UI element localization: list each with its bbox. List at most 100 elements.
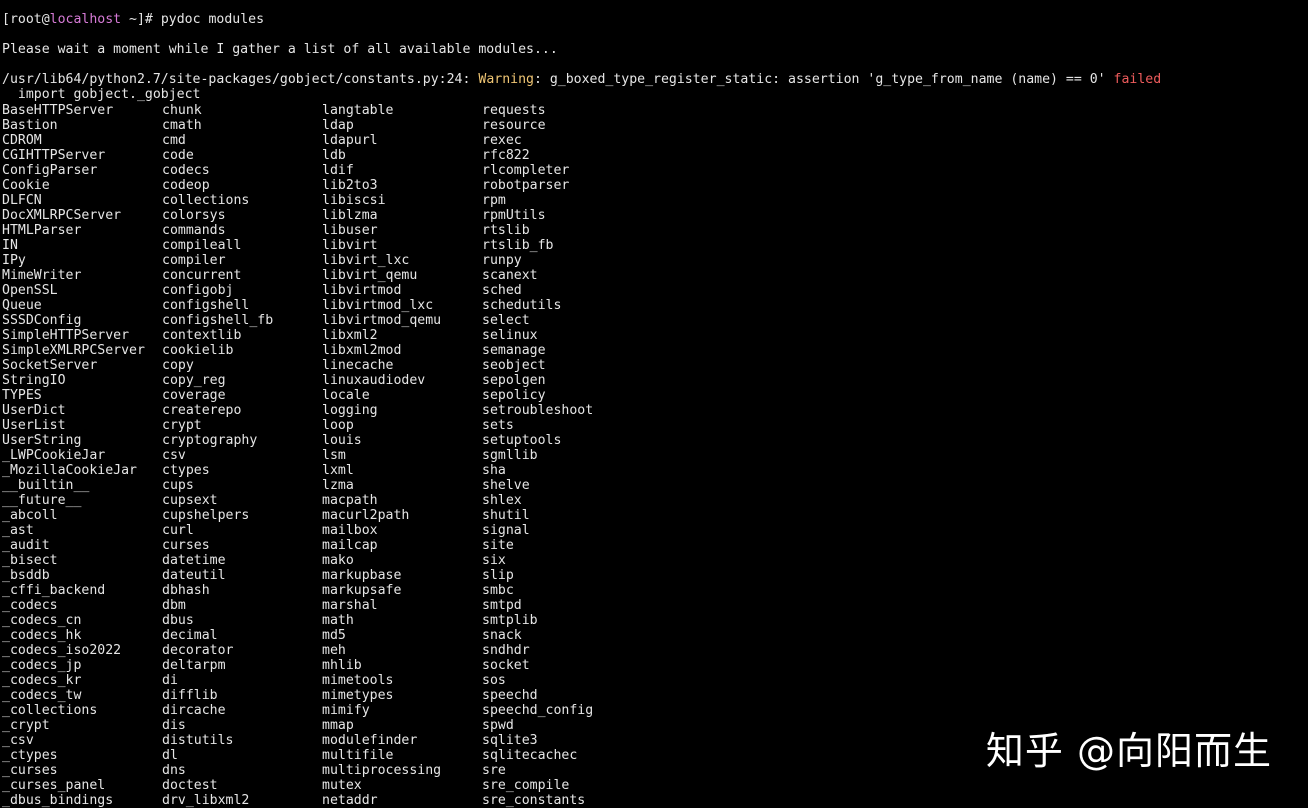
module-list-item: _ast <box>2 523 34 538</box>
module-list-item: ldb <box>322 148 346 163</box>
module-list-item: speechd <box>482 688 538 703</box>
module-list-item: UserList <box>2 418 66 433</box>
module-list-item: sqlite3 <box>482 733 538 748</box>
module-list-item: TYPES <box>2 388 42 403</box>
prompt-hostname: localhost <box>49 12 122 27</box>
module-list-item: sre <box>482 763 506 778</box>
module-list-item: rfc822 <box>482 148 530 163</box>
module-list-item: collections <box>162 193 250 208</box>
module-list-item: configobj <box>162 283 234 298</box>
module-list-item: SimpleHTTPServer <box>2 328 130 343</box>
module-list-item: _codecs_tw <box>2 688 82 703</box>
module-list-item: mmap <box>322 718 354 733</box>
module-list-item: _curses_panel <box>2 778 106 793</box>
module-list-item: libvirt_qemu <box>322 268 418 283</box>
module-list-item: ldap <box>322 118 354 133</box>
module-list-item: difflib <box>162 688 218 703</box>
module-list-item: configshell_fb <box>162 313 274 328</box>
warning-failed: failed <box>1113 72 1162 87</box>
module-list-item: _codecs_jp <box>2 658 82 673</box>
module-list-item: runpy <box>482 253 522 268</box>
module-list-item: loop <box>322 418 354 433</box>
module-list-item: md5 <box>322 628 346 643</box>
module-list-item: cupsext <box>162 493 218 508</box>
module-list-item: socket <box>482 658 530 673</box>
module-column-4: requests resource rexec rfc822 rlcompleter ro… <box>482 103 642 808</box>
module-list-item: libvirt_lxc <box>322 253 410 268</box>
module-list-item: mutex <box>322 778 362 793</box>
module-list-item: HTMLParser <box>2 223 82 238</box>
module-list-item: meh <box>322 643 346 658</box>
module-list-item: BaseHTTPServer <box>2 103 114 118</box>
module-list-item: dateutil <box>162 568 226 583</box>
module-list-item: linuxaudiodev <box>322 373 426 388</box>
module-list-item: spwd <box>482 718 514 733</box>
module-list-item: SSSDConfig <box>2 313 82 328</box>
module-list-item: dbhash <box>162 583 210 598</box>
module-list-item: mimetypes <box>322 688 394 703</box>
module-list-item: MimeWriter <box>2 268 82 283</box>
module-list-item: ldif <box>322 163 354 178</box>
module-list-item: speechd_config <box>482 703 594 718</box>
module-list-item: locale <box>322 388 370 403</box>
module-list-item: decorator <box>162 643 234 658</box>
module-list-item: _codecs_iso2022 <box>2 643 122 658</box>
module-list-item: OpenSSL <box>2 283 58 298</box>
module-list-item: libvirtmod <box>322 283 402 298</box>
module-list-item: SocketServer <box>2 358 98 373</box>
module-list-item: colorsys <box>162 208 226 223</box>
module-list-item: langtable <box>322 103 394 118</box>
module-list-item: libiscsi <box>322 193 386 208</box>
module-list-item: macurl2path <box>322 508 410 523</box>
module-list-item: dis <box>162 718 186 733</box>
module-list-item: lib2to3 <box>322 178 378 193</box>
module-list-item: cups <box>162 478 194 493</box>
module-list-item: cmath <box>162 118 202 133</box>
module-list-item: __builtin__ <box>2 478 90 493</box>
module-list-item: libuser <box>322 223 378 238</box>
module-list-item: _csv <box>2 733 34 748</box>
module-list-item: modulefinder <box>322 733 418 748</box>
warning-path: /usr/lib64/python2.7/site-packages/gobje… <box>2 72 479 87</box>
module-list-item: contextlib <box>162 328 242 343</box>
module-list-item: shutil <box>482 508 530 523</box>
module-list-item: _audit <box>2 538 50 553</box>
module-list-item: dns <box>162 763 186 778</box>
module-list-item: seobject <box>482 358 546 373</box>
module-list-item: sre_compile <box>482 778 570 793</box>
module-list-item: smbc <box>482 583 514 598</box>
module-list-item: CDROM <box>2 133 42 148</box>
module-list-item: sepolgen <box>482 373 546 388</box>
module-list-item: Bastion <box>2 118 58 133</box>
module-list-item: cmd <box>162 133 186 148</box>
module-list-item: concurrent <box>162 268 242 283</box>
module-list-item: mimetools <box>322 673 394 688</box>
module-list-item: cookielib <box>162 343 234 358</box>
module-list-item: StringIO <box>2 373 66 388</box>
module-list-item: curl <box>162 523 194 538</box>
module-list-item: _bisect <box>2 553 58 568</box>
module-list-item: requests <box>482 103 546 118</box>
module-list-item: dbm <box>162 598 186 613</box>
module-list-item: compileall <box>162 238 242 253</box>
warning-text: : g_boxed_type_register_static: assertio… <box>533 72 1114 87</box>
module-list-item: rlcompleter <box>482 163 570 178</box>
module-list-item: rpm <box>482 193 506 208</box>
warning-line: /usr/lib64/python2.7/site-packages/gobje… <box>2 72 1161 87</box>
wait-message: Please wait a moment while I gather a li… <box>2 42 558 57</box>
module-list-item: _codecs_hk <box>2 628 82 643</box>
module-list-item: markupsafe <box>322 583 402 598</box>
prompt-prefix: [root@ <box>2 12 50 27</box>
module-list-item: smtpd <box>482 598 522 613</box>
module-list-item: UserString <box>2 433 82 448</box>
module-list-item: ldapurl <box>322 133 378 148</box>
module-list-item: signal <box>482 523 530 538</box>
module-column-2: chunk cmath cmd code codecs codeop collections… <box>162 103 322 808</box>
module-list-item: Cookie <box>2 178 50 193</box>
module-list-item: mako <box>322 553 354 568</box>
module-list-item: lzma <box>322 478 354 493</box>
terminal-window[interactable]: [root@localhost ~]# pydoc modules Please… <box>2 0 1302 808</box>
module-list-item: sched <box>482 283 522 298</box>
module-list-item: curses <box>162 538 210 553</box>
module-list-item: robotparser <box>482 178 570 193</box>
